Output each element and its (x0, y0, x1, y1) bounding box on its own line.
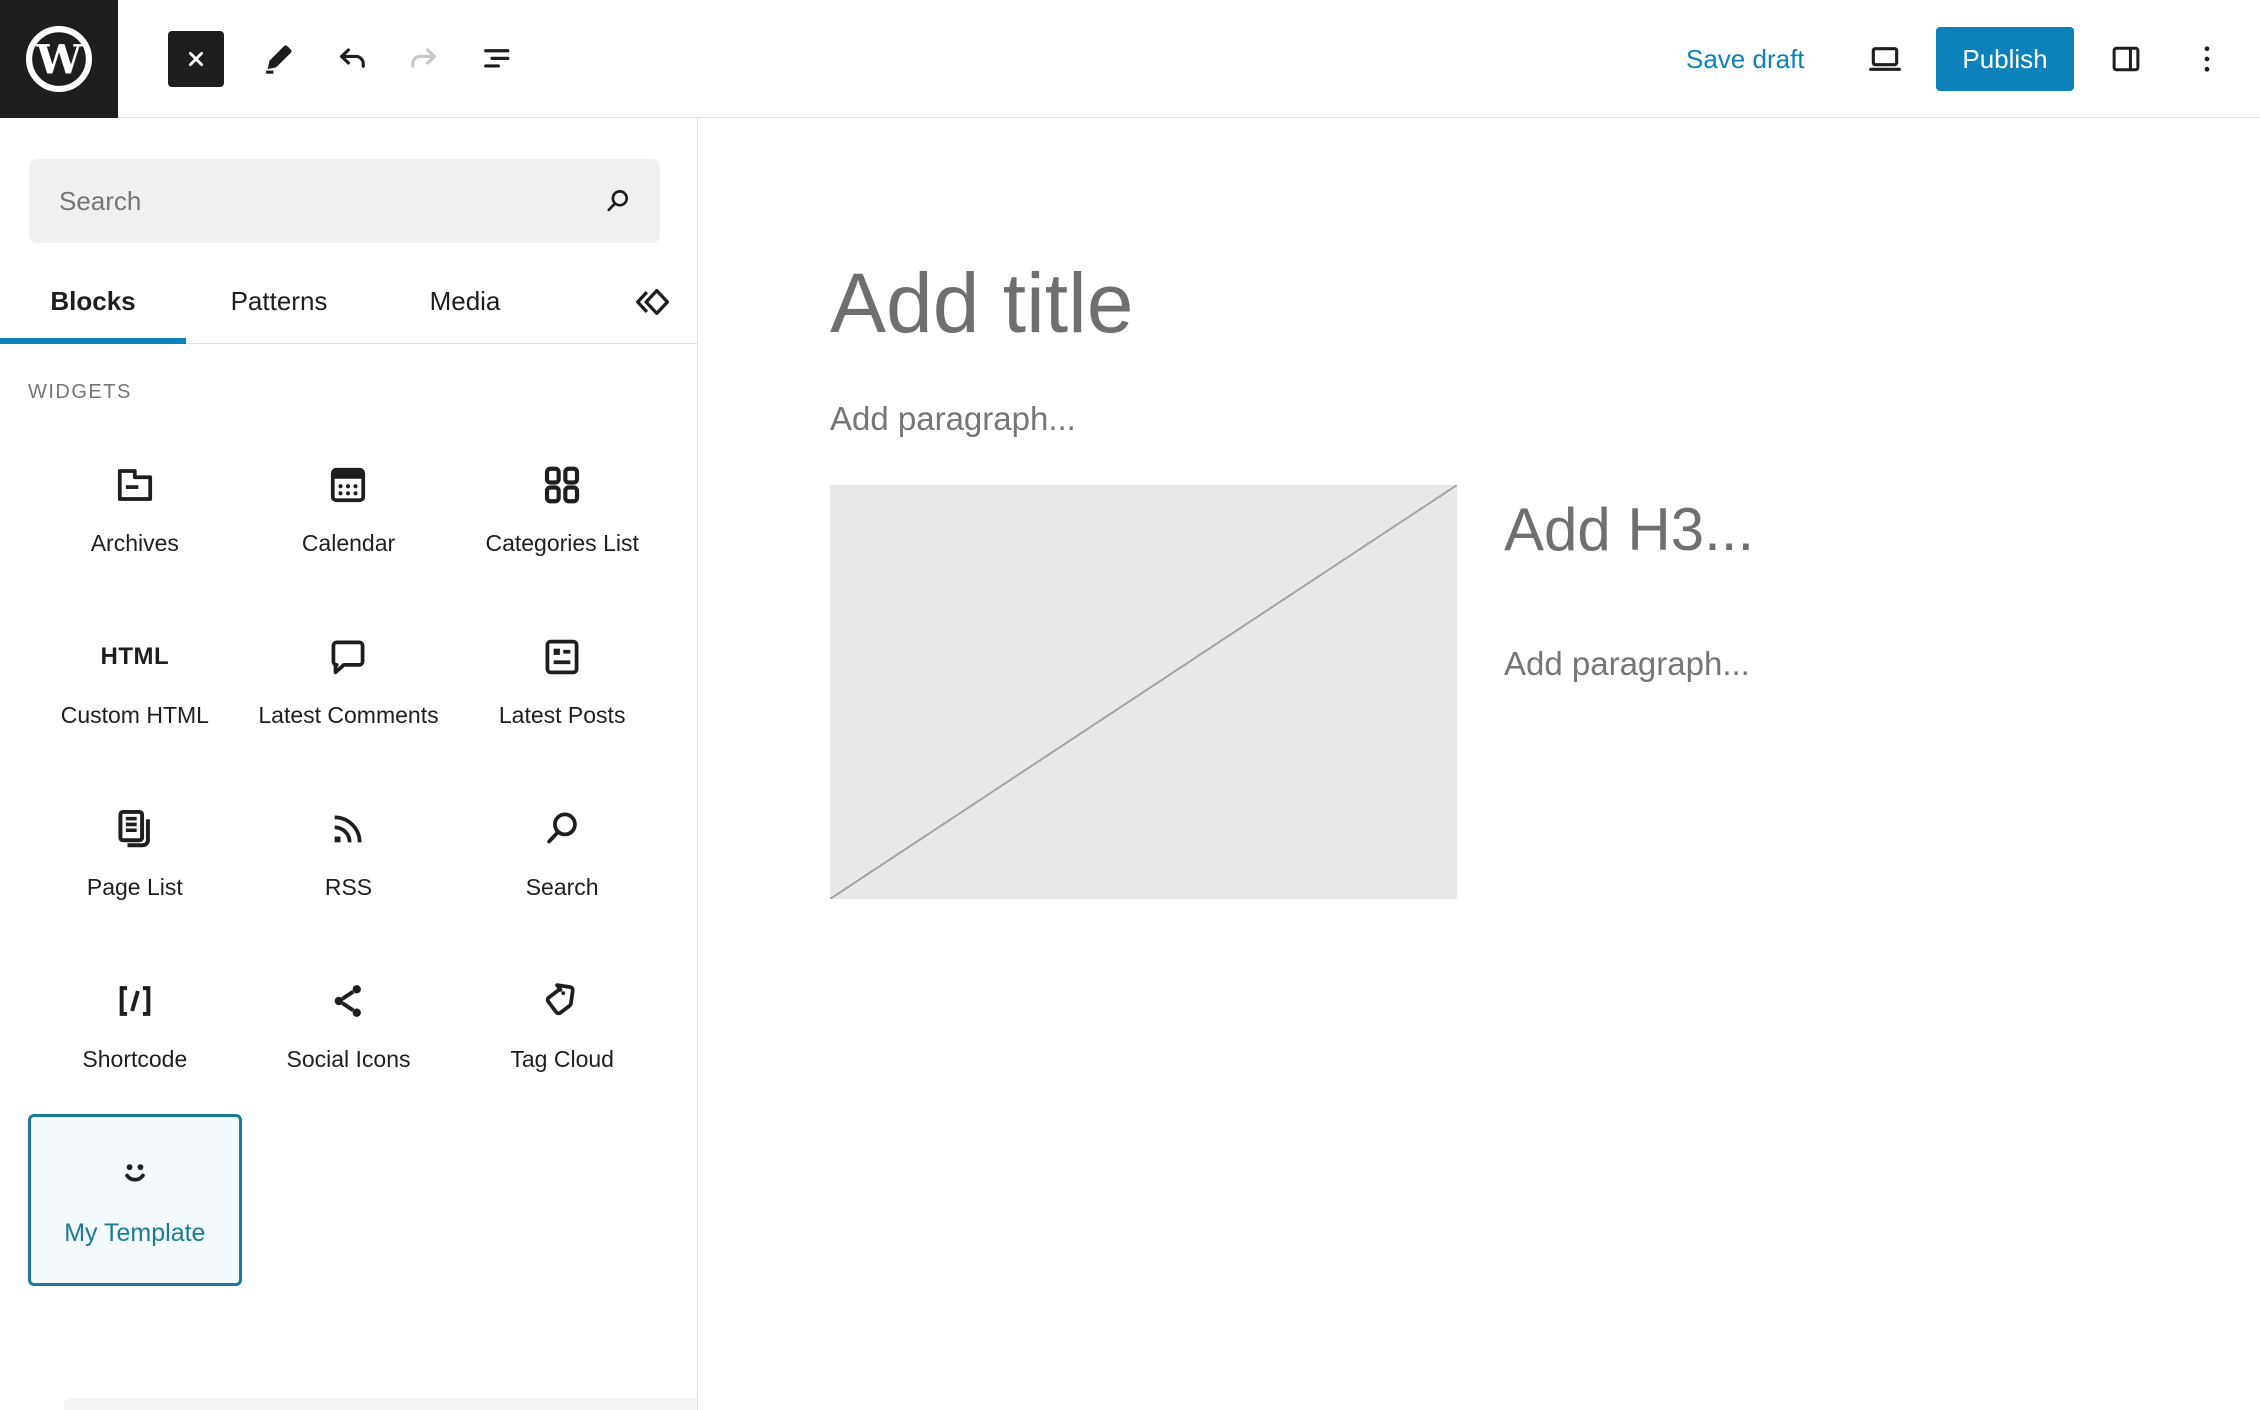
list-view-button[interactable] (472, 35, 520, 83)
latest-posts-icon (537, 631, 587, 683)
media-categories-button[interactable] (628, 278, 676, 326)
html-icon: HTML (100, 643, 170, 670)
category-label-widgets: WIDGETS (28, 381, 132, 403)
paragraph-block-placeholder[interactable]: Add paragraph... (830, 400, 1076, 438)
editor-top-bar: W Save draft Publish (0, 0, 2260, 118)
smiley-icon (110, 1147, 160, 1199)
svg-text:W: W (35, 35, 83, 83)
editor-canvas: Add title Add paragraph... Add H3... Add… (698, 118, 2260, 1410)
save-draft-button[interactable]: Save draft (1666, 0, 1825, 118)
tab-patterns[interactable]: Patterns (186, 260, 372, 343)
preview-laptop-icon (1869, 47, 1901, 71)
block-tile-my-template[interactable]: My Template (28, 1114, 242, 1286)
settings-panel-toggle[interactable] (2102, 35, 2150, 83)
search-input[interactable] (29, 159, 660, 243)
preview-button[interactable] (1861, 35, 1909, 83)
redo-button[interactable] (400, 35, 448, 83)
block-grid: Archives Calendar Categories List HTML C… (28, 426, 669, 1286)
pencil-icon (266, 45, 292, 74)
inserter-block-list: WIDGETS Archives Calendar Categories Lis… (0, 345, 697, 1410)
block-label: My Template (64, 1219, 206, 1247)
block-label: Archives (90, 530, 179, 556)
block-tile-latest-posts[interactable]: Latest Posts (455, 598, 669, 770)
tools-pencil-button[interactable] (254, 35, 302, 83)
block-tile-rss[interactable]: RSS (242, 770, 456, 942)
redo-icon (411, 48, 437, 68)
publish-button[interactable]: Publish (1936, 27, 2074, 91)
undo-button[interactable] (328, 35, 376, 83)
inserter-tabs: Blocks Patterns Media (0, 260, 697, 344)
block-label: Latest Comments (258, 702, 439, 728)
block-tile-custom-html[interactable]: HTML Custom HTML (28, 598, 242, 770)
block-tile-archives[interactable]: Archives (28, 426, 242, 598)
block-label: Calendar (301, 530, 396, 556)
search-icon (537, 803, 587, 855)
more-options-button[interactable] (2183, 35, 2231, 83)
calendar-icon (323, 459, 373, 511)
block-tile-social-icons[interactable]: Social Icons (242, 942, 456, 1114)
image-block-placeholder[interactable] (830, 485, 1457, 899)
block-tile-search[interactable]: Search (455, 770, 669, 942)
close-icon (188, 51, 204, 67)
inserter-search (29, 159, 660, 243)
paragraph-block-placeholder[interactable]: Add paragraph... (1504, 645, 1750, 683)
block-inserter-panel: Blocks Patterns Media WIDGETS Archives (0, 118, 698, 1410)
rss-icon (323, 803, 373, 855)
more-options-icon (2204, 46, 2210, 72)
chevron-diamond-icon (636, 288, 670, 316)
page-list-icon (110, 803, 160, 855)
block-label: RSS (324, 874, 373, 900)
block-label: Shortcode (82, 1046, 188, 1072)
next-section-peek (64, 1398, 697, 1410)
heading-h3-placeholder[interactable]: Add H3... (1504, 495, 1754, 564)
shortcode-icon (110, 975, 160, 1027)
tab-blocks[interactable]: Blocks (0, 260, 186, 344)
share-icon (323, 975, 373, 1027)
block-label: Latest Posts (498, 702, 626, 728)
block-tile-latest-comments[interactable]: Latest Comments (242, 598, 456, 770)
block-label: Social Icons (286, 1046, 411, 1072)
archive-icon (110, 459, 160, 511)
categories-icon (537, 459, 587, 511)
settings-panel-icon (2112, 46, 2140, 72)
wordpress-logo[interactable]: W (0, 0, 118, 118)
wordpress-logo-icon: W (26, 26, 92, 92)
post-title-placeholder[interactable]: Add title (830, 255, 1134, 352)
comment-icon (323, 631, 373, 683)
block-label: Categories List (485, 530, 639, 556)
list-view-icon (484, 49, 510, 68)
block-tile-calendar[interactable]: Calendar (242, 426, 456, 598)
close-inserter-button[interactable] (168, 31, 224, 87)
tab-media[interactable]: Media (372, 260, 558, 343)
block-tile-categories-list[interactable]: Categories List (455, 426, 669, 598)
block-label: Page List (86, 874, 183, 900)
block-tile-page-list[interactable]: Page List (28, 770, 242, 942)
block-label: Custom HTML (60, 702, 209, 728)
block-tile-shortcode[interactable]: Shortcode (28, 942, 242, 1114)
tag-icon (537, 975, 587, 1027)
undo-icon (339, 48, 365, 68)
block-tile-tag-cloud[interactable]: Tag Cloud (455, 942, 669, 1114)
block-label: Search (525, 874, 599, 900)
block-label: Tag Cloud (510, 1046, 614, 1072)
